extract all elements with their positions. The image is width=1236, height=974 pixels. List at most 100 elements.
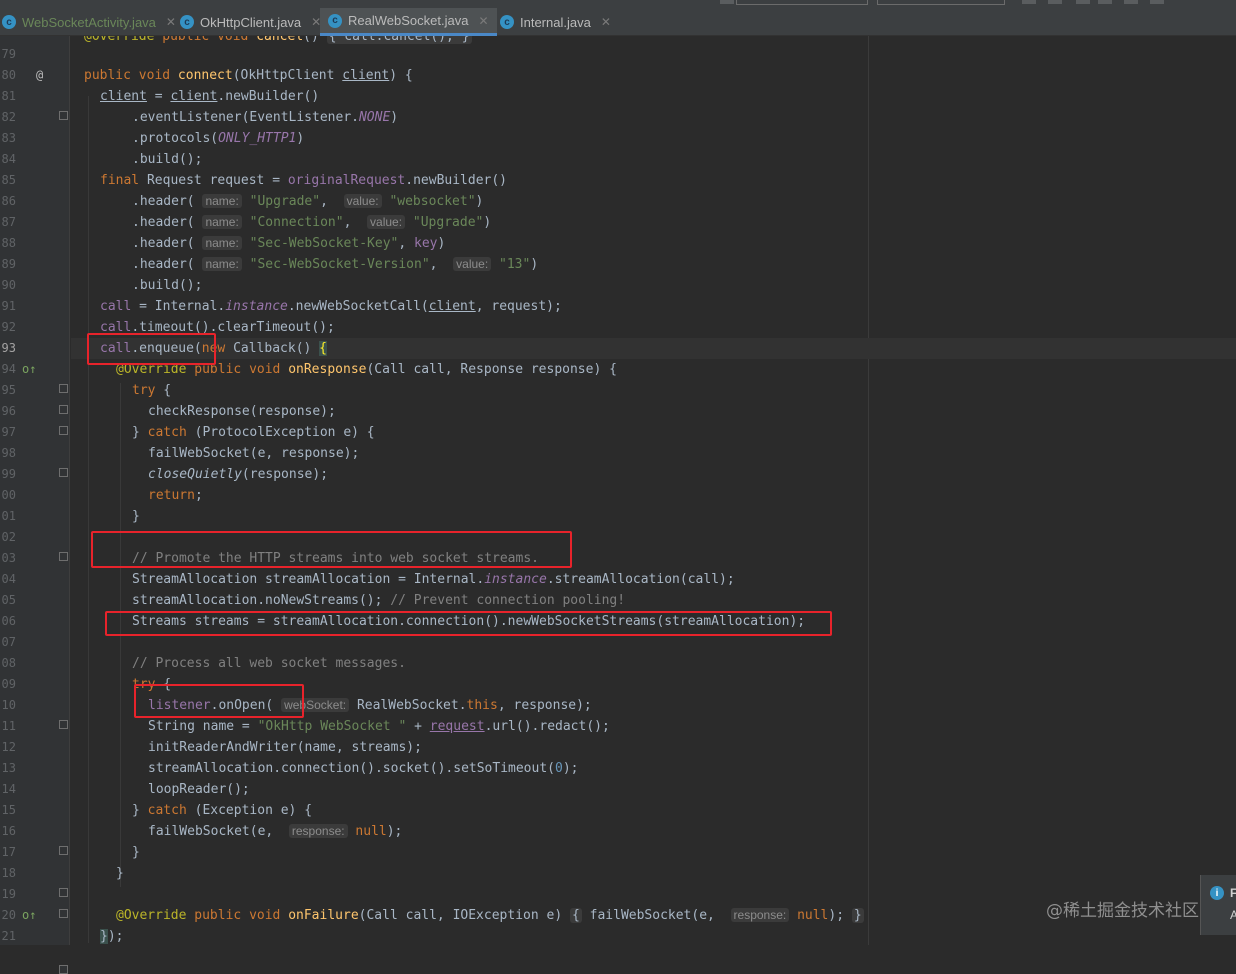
line-number: 89 [1,257,16,271]
line-number: 94 [1,362,16,376]
code-line: } [132,845,140,860]
close-icon[interactable]: ✕ [478,14,488,28]
string-literal: "13" [499,257,531,272]
editor-tab-bar: c WebSocketActivity.java ✕ c OkHttpClien… [0,0,1236,36]
tab-okhttpclient[interactable]: c OkHttpClient.java ✕ [172,8,329,36]
line-number: 91 [1,299,16,313]
fold-toggle-icon[interactable] [59,909,68,918]
param-hint: value: [453,257,492,271]
java-class-icon: c [2,15,16,29]
line-number: 87 [1,215,16,229]
string-literal: "OkHttp WebSocket " [257,719,407,734]
code-line: streamAllocation.noNewStreams(); // Prev… [132,593,626,608]
line-number: 97 [1,425,16,439]
implements-method-icon[interactable]: o↑ [22,905,36,926]
code-line: @Override public void cancel() { call.ca… [84,36,472,47]
line-number: 88 [1,236,16,250]
line-number: 92 [1,320,16,334]
toolbar-stub [1048,0,1062,4]
line-number: 04 [1,572,16,586]
toolbar-stub [720,0,734,4]
code-comment: // Process all web socket messages. [132,656,406,671]
fold-toggle-icon[interactable] [59,965,68,974]
fold-toggle-icon[interactable] [59,111,68,120]
override-marker-icon[interactable]: @ [36,65,43,86]
param-hint: response: [288,824,348,838]
run-config-selector[interactable] [736,0,868,5]
code-line: .header( name: "Sec-WebSocket-Key", key) [132,236,446,251]
line-number: 84 [1,152,16,166]
highlight-box-enqueue [87,333,216,365]
code-line: StreamAllocation streamAllocation = Inte… [132,572,735,587]
line-number: 08 [1,656,16,670]
toolbar-stub [1076,0,1090,4]
line-number: 05 [1,593,16,607]
line-number: 10 [1,698,16,712]
code-line: .build(); [132,152,203,167]
line-number: 03 [1,551,16,565]
watermark: @稀土掘金技术社区 [1046,901,1199,921]
string-literal: "websocket" [389,194,476,209]
fold-toggle-icon[interactable] [59,405,68,414]
code-line: } catch (Exception e) { [132,803,313,818]
code-line: try { [132,383,172,398]
code-line: // Process all web socket messages. [132,653,406,674]
code-line: String name = "OkHttp WebSocket " + requ… [148,719,610,734]
param-hint: name: [202,194,242,208]
code-line: client = client.newBuilder() [100,89,320,104]
right-margin-guide [868,36,869,945]
fold-toggle-icon[interactable] [59,720,68,729]
code-editor[interactable]: @Override public void cancel() { call.ca… [71,36,1236,945]
tab-internal[interactable]: c Internal.java ✕ [492,8,619,36]
code-line: .header( name: "Upgrade", value: "websoc… [132,194,484,209]
param-hint: value: [367,215,406,229]
notification-popup[interactable]: i F A [1200,875,1236,935]
java-class-icon: c [180,15,194,29]
line-number: 85 [1,173,16,187]
code-line: call = Internal.instance.newWebSocketCal… [100,299,562,314]
line-number: 82 [1,110,16,124]
device-selector[interactable] [877,0,1005,5]
fold-toggle-icon[interactable] [59,552,68,561]
line-number: 15 [1,803,16,817]
code-line: @Override public void onFailure(Call cal… [116,908,864,923]
code-comment: // Prevent connection pooling! [390,593,626,608]
line-number: 16 [1,824,16,838]
code-line: }); [100,929,124,944]
line-number: 86 [1,194,16,208]
indent-guide [88,96,89,943]
tab-realwebsocket[interactable]: c RealWebSocket.java ✕ [320,8,497,36]
line-number: 93 [1,341,16,355]
line-number: 06 [1,614,16,628]
code-line: return; [148,488,203,503]
code-line: } [132,509,140,524]
fold-toggle-icon[interactable] [59,384,68,393]
line-number: 79 [1,47,16,61]
toolbar-stub [1022,0,1036,4]
code-line: .build(); [132,278,203,293]
line-number: 11 [1,719,16,733]
fold-toggle-icon[interactable] [59,426,68,435]
line-number: 14 [1,782,16,796]
line-number: 18 [1,866,16,880]
line-number: 20 [1,908,16,922]
java-class-icon: c [328,13,342,28]
code-line: .header( name: "Sec-WebSocket-Version", … [132,257,539,272]
line-number: 99 [1,467,16,481]
highlight-box-streams [105,611,832,636]
code-line: initReaderAndWriter(name, streams); [148,740,422,755]
fold-toggle-icon[interactable] [59,846,68,855]
string-literal: "Connection" [249,215,344,230]
line-number-gutter[interactable]: 79 80 81 82 83 84 85 86 87 88 89 90 91 92 93 94 95 96 97 98… [0,36,70,974]
fold-toggle-icon[interactable] [59,468,68,477]
toolbar-stub [1124,0,1138,4]
tab-label: RealWebSocket.java [348,13,469,28]
line-number: 98 [1,446,16,460]
tab-websocketactivity[interactable]: c WebSocketActivity.java ✕ [0,8,184,36]
close-icon[interactable]: ✕ [601,15,611,29]
notification-body: A [1230,908,1236,922]
param-hint: name: [202,257,242,271]
fold-toggle-icon[interactable] [59,888,68,897]
implements-method-icon[interactable]: o↑ [22,359,36,380]
line-number: 02 [1,530,16,544]
